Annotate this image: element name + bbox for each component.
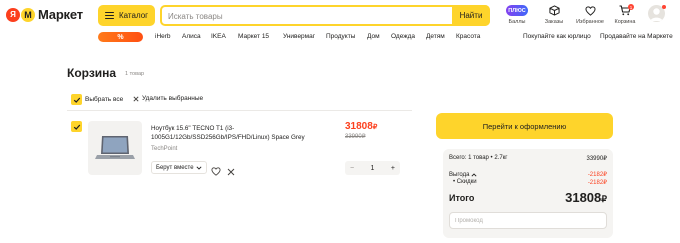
decrease-button[interactable]: −	[350, 165, 354, 172]
delete-selected-label: Удалить выбранные	[142, 95, 204, 102]
checkbox-checked-icon	[71, 121, 82, 132]
laptop-icon	[95, 136, 135, 159]
buy-together-label: Берут вместе	[156, 164, 194, 171]
nav-item-clothes[interactable]: Одежда	[391, 33, 415, 40]
currency: ₽	[603, 156, 607, 162]
header: Я М Маркет Каталог Найти ПЛЮС Баллы Зака…	[0, 0, 680, 30]
buy-together-dropdown[interactable]: Берут вместе	[151, 161, 207, 174]
heart-icon	[211, 167, 221, 176]
nav-item-home[interactable]: Дом	[367, 33, 380, 40]
currency: ₽	[361, 134, 366, 140]
product-name[interactable]: Ноутбук 15.6" TECNO T1 (i3-1005G1/12Gb/S…	[151, 124, 331, 142]
total-items-label: Всего: 1 товар • 2.7кг	[449, 155, 508, 161]
order-summary: Всего: 1 товар • 2.7кг 33990₽ Выгода -21…	[443, 149, 613, 238]
total-items-value: 33990	[586, 156, 604, 162]
header-orders[interactable]: Заказы	[534, 4, 574, 25]
chevron-down-icon	[196, 165, 202, 170]
currency: ₽	[603, 172, 607, 178]
plus-icon: ПЛЮС	[506, 5, 528, 16]
search-button[interactable]: Найти	[452, 5, 490, 26]
nav-item-market15[interactable]: Маркет 15	[238, 33, 269, 40]
summary-total-items: Всего: 1 товар • 2.7кг 33990₽	[449, 155, 607, 162]
currency: ₽	[603, 180, 607, 186]
chevron-up-icon	[471, 172, 477, 177]
benefit-value: -2182	[587, 172, 604, 178]
add-to-favorites-button[interactable]	[211, 163, 221, 181]
nav-item-alisa[interactable]: Алиса	[182, 33, 201, 40]
nav-item-kids[interactable]: Детям	[426, 33, 445, 40]
nav-item-business[interactable]: Покупайте как юрлицо	[523, 33, 591, 40]
heart-icon	[584, 4, 596, 17]
old-price-value: 33990	[345, 134, 362, 140]
header-favorites[interactable]: Избранное	[570, 4, 610, 25]
old-price: 33990₽	[345, 133, 366, 140]
header-points[interactable]: ПЛЮС Баллы	[497, 4, 537, 25]
discount-value: -2182	[587, 180, 604, 186]
catalog-label: Каталог	[119, 11, 149, 20]
cart-badge: 1	[628, 4, 634, 10]
summary-benefit[interactable]: Выгода -2182₽	[449, 171, 607, 179]
remove-item-button[interactable]	[227, 163, 235, 181]
orders-label: Заказы	[544, 19, 564, 25]
header-cart[interactable]: 1 Корзина	[605, 4, 645, 25]
quantity-value[interactable]: 1	[371, 165, 375, 172]
current-price-value: 31808	[345, 121, 373, 132]
select-all-label: Выбрать все	[85, 96, 124, 103]
delete-selected-button[interactable]: Удалить выбранные	[133, 95, 203, 102]
cart-label: Корзина	[614, 19, 636, 25]
menu-icon	[105, 12, 114, 19]
summary-discount: • Скидки -2182₽	[449, 179, 607, 186]
checkout-button[interactable]: Перейти к оформлению	[436, 113, 613, 139]
yandex-market-logo[interactable]: Я М Маркет	[6, 7, 83, 22]
yandex-logo-icon: Я	[6, 7, 20, 22]
promo-button[interactable]: %	[98, 32, 143, 42]
checkbox-checked-icon	[71, 94, 82, 105]
page-title: Корзина	[67, 66, 117, 80]
nav-item-ikea[interactable]: IKEA	[211, 33, 226, 40]
total-value: 31808₽	[565, 190, 607, 205]
benefit-label: Выгода	[449, 171, 470, 178]
current-price: 31808₽	[345, 121, 377, 132]
close-icon	[227, 168, 235, 176]
total-amount: 31808	[565, 190, 602, 205]
search-input[interactable]	[168, 10, 438, 22]
currency: ₽	[601, 194, 607, 204]
close-icon	[133, 95, 139, 102]
catalog-button[interactable]: Каталог	[98, 5, 155, 26]
discount-label: • Скидки	[453, 179, 477, 185]
search-bar: Найти	[160, 5, 490, 26]
cart-item-count: 1 товар	[125, 71, 145, 77]
item-checkbox[interactable]	[71, 121, 82, 132]
increase-button[interactable]: +	[391, 165, 395, 172]
nav-item-univermag[interactable]: Универмаг	[283, 33, 315, 40]
divider	[67, 110, 412, 111]
seller-name[interactable]: TechPoint	[151, 146, 177, 152]
notification-dot	[662, 5, 666, 9]
currency: ₽	[372, 124, 378, 131]
nav-item-sell[interactable]: Продавайте на Маркете	[600, 33, 673, 40]
market-logo-icon: М	[21, 7, 35, 22]
product-image[interactable]	[88, 121, 142, 175]
quantity-stepper: − 1 +	[345, 161, 400, 175]
nav-item-products[interactable]: Продукты	[326, 33, 355, 40]
logo-text: Маркет	[38, 7, 83, 22]
points-label: Баллы	[508, 19, 526, 25]
nav-item-beauty[interactable]: Красота	[456, 33, 480, 40]
total-label: Итого	[449, 193, 475, 203]
favorites-label: Избранное	[576, 19, 604, 25]
nav-item-iherb[interactable]: iHerb	[155, 33, 171, 40]
select-all-checkbox[interactable]: Выбрать все	[71, 94, 123, 105]
orders-icon	[548, 4, 560, 17]
promo-code-input[interactable]	[449, 212, 607, 229]
